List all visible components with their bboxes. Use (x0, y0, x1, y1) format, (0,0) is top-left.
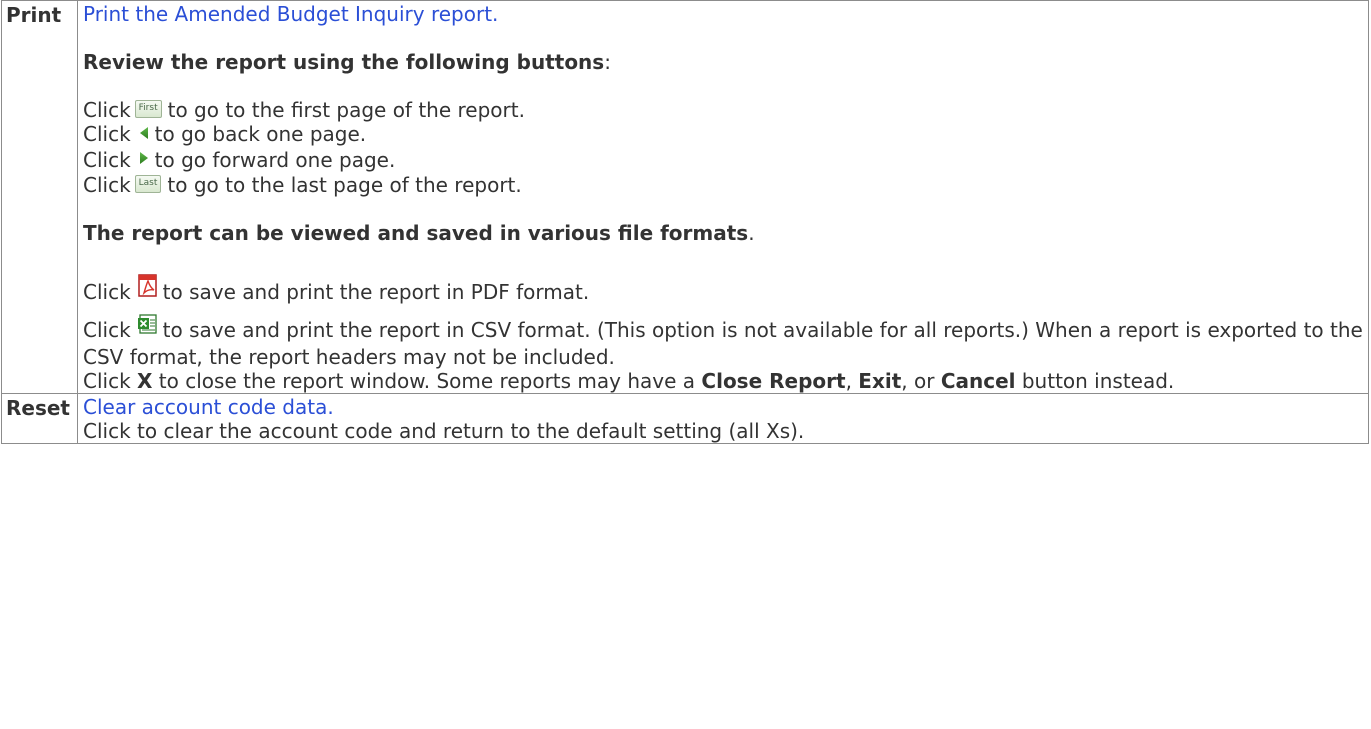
click-label: Click (83, 173, 131, 197)
forward-button-desc: to go forward one page. (154, 147, 396, 172)
or-text: , or (901, 369, 935, 393)
pdf-line: Click to save and print the report in PDF… (83, 274, 1364, 308)
print-report-link[interactable]: Print the Amended Budget Inquiry report. (83, 2, 498, 26)
row-label-print: Print (1, 0, 78, 394)
review-heading: Review the report using the following bu… (83, 50, 605, 74)
pdf-desc: to save and print the report in PDF form… (162, 280, 590, 304)
close-desc-end: button instead. (1021, 369, 1175, 393)
table-row-reset: Reset Clear account code data. Click to … (1, 393, 1369, 444)
help-table: Print Print the Amended Budget Inquiry r… (1, 0, 1369, 444)
back-arrow-icon (139, 121, 149, 145)
click-label: Click (83, 318, 131, 342)
click-label: Click (83, 369, 131, 393)
csv-icon (137, 313, 159, 340)
close-x-label: X (137, 369, 153, 393)
row-content-print: Print the Amended Budget Inquiry report.… (77, 0, 1369, 394)
last-button-line: Click Last to go to the last page of the r… (83, 173, 1364, 197)
print-link-paragraph: Print the Amended Budget Inquiry report. (83, 2, 1364, 26)
first-button-line: Click First to go to the first page of the… (83, 98, 1364, 122)
close-desc-middle: to close the report window. Some reports… (158, 369, 696, 393)
row-label-reset: Reset (1, 393, 78, 444)
click-label: Click (83, 122, 131, 146)
cancel-label: Cancel (940, 369, 1016, 393)
click-label: Click (83, 147, 131, 172)
forward-arrow-icon (139, 146, 149, 170)
forward-button-line: Click to go forward one page. (83, 148, 1364, 174)
formats-heading-paragraph: The report can be viewed and saved in va… (83, 221, 1364, 245)
close-line: Click X to close the report window. Some… (83, 369, 1364, 393)
table-row-print: Print Print the Amended Budget Inquiry r… (1, 0, 1369, 394)
review-heading-colon: : (604, 50, 611, 74)
csv-line: Click to save and print the report in CSV… (83, 314, 1364, 369)
formats-heading-period: . (748, 221, 755, 245)
csv-desc: to save and print the report in CSV form… (83, 318, 1363, 369)
back-button-desc: to go back one page. (154, 122, 367, 146)
last-button-desc: to go to the last page of the report. (167, 173, 522, 197)
formats-heading: The report can be viewed and saved in va… (83, 221, 749, 245)
clear-account-code-link[interactable]: Clear account code data. (83, 395, 334, 419)
exit-label: Exit (858, 369, 902, 393)
click-label: Click (83, 98, 131, 122)
review-heading-paragraph: Review the report using the following bu… (83, 50, 1364, 74)
first-button-icon: First (134, 99, 162, 118)
click-label: Click (83, 280, 131, 304)
reset-description: Click to clear the account code and retu… (83, 419, 805, 443)
back-button-line: Click to go back one page. (83, 122, 1364, 148)
reset-link-paragraph: Clear account code data. (83, 395, 1364, 419)
comma: , (845, 369, 852, 393)
close-report-label: Close Report (701, 369, 846, 393)
pdf-icon (137, 274, 159, 303)
first-button-desc: to go to the first page of the report. (167, 98, 525, 122)
last-button-icon: Last (134, 174, 162, 193)
row-content-reset: Clear account code data. Click to clear … (77, 393, 1369, 444)
